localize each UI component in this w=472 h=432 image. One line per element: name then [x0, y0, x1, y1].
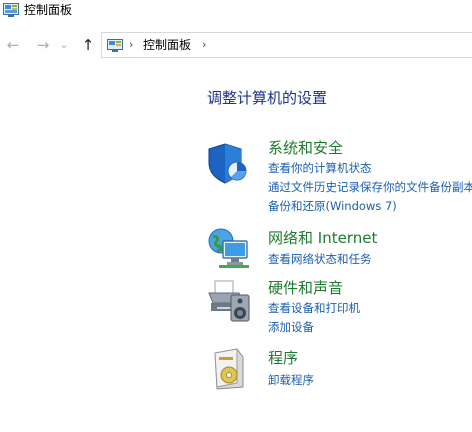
- navigation-bar: ← → ⌄ ↑ › 控制面板 ›: [0, 29, 472, 61]
- breadcrumb-chevron-icon[interactable]: ›: [129, 37, 133, 53]
- breadcrumb-control-panel[interactable]: 控制面板: [143, 38, 191, 53]
- category-network-internet[interactable]: 网络和 Internet: [268, 229, 377, 247]
- category-hardware-sound[interactable]: 硬件和声音: [268, 279, 343, 297]
- link-backup-restore[interactable]: 备份和还原(Windows 7): [268, 199, 397, 213]
- back-arrow-icon[interactable]: ←: [4, 35, 22, 55]
- page-heading: 调整计算机的设置: [207, 89, 328, 107]
- printer-icon[interactable]: [207, 279, 251, 323]
- window-title: 控制面板: [24, 3, 73, 17]
- link-devices-printers[interactable]: 查看设备和打印机: [268, 301, 360, 315]
- title-bar: 控制面板: [0, 0, 472, 22]
- shield-icon[interactable]: [207, 141, 251, 185]
- forward-arrow-icon[interactable]: →: [34, 35, 52, 55]
- control-panel-icon: [3, 3, 19, 17]
- address-bar[interactable]: › 控制面板 ›: [101, 32, 472, 58]
- breadcrumb-chevron-icon[interactable]: ›: [202, 37, 206, 53]
- category-system-security[interactable]: 系统和安全: [268, 139, 343, 157]
- link-network-status[interactable]: 查看网络状态和任务: [268, 252, 372, 266]
- category-programs[interactable]: 程序: [268, 349, 298, 367]
- control-panel-icon: [107, 39, 123, 52]
- link-uninstall-program[interactable]: 卸载程序: [268, 373, 314, 387]
- link-view-computer-status[interactable]: 查看你的计算机状态: [268, 161, 372, 175]
- programs-icon[interactable]: [207, 347, 251, 391]
- recent-locations-chevron-icon[interactable]: ⌄: [58, 35, 70, 55]
- up-arrow-icon[interactable]: ↑: [79, 35, 97, 55]
- network-icon[interactable]: [207, 227, 251, 271]
- link-add-device[interactable]: 添加设备: [268, 320, 314, 334]
- link-file-history-backup[interactable]: 通过文件历史记录保存你的文件备份副本: [268, 180, 472, 194]
